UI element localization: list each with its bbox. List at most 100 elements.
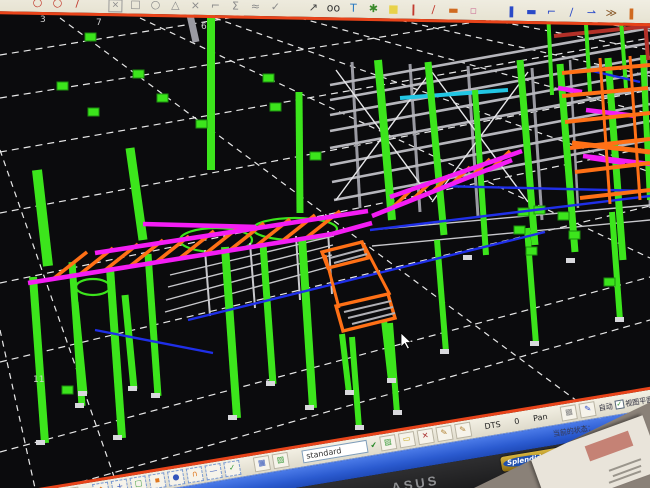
select-switch-icon[interactable]: ▦ <box>253 455 271 472</box>
grid-line[interactable] <box>0 38 650 152</box>
grid-line[interactable] <box>0 150 118 488</box>
base-plate[interactable] <box>393 410 402 415</box>
footing-block[interactable] <box>157 94 168 102</box>
snap-setting-icon[interactable]: ◆ <box>92 482 110 488</box>
orange-beam[interactable] <box>630 56 640 200</box>
beam-tool-icon[interactable]: ❚ <box>623 6 639 21</box>
snap-setting-icon[interactable]: ✓ <box>223 460 241 477</box>
edit-mode-icon[interactable]: ✎ <box>435 425 453 442</box>
base-plate[interactable] <box>355 425 364 430</box>
rack-rail[interactable] <box>370 205 650 230</box>
shape-tool-icon[interactable]: Σ <box>227 0 243 14</box>
shape-tool-icon[interactable]: ○ <box>147 0 163 12</box>
base-plate[interactable] <box>75 403 84 408</box>
edit-tool-icon[interactable]: ○ <box>49 0 65 10</box>
footing-block[interactable] <box>196 120 207 128</box>
green-column[interactable] <box>352 337 359 428</box>
footing-block[interactable] <box>514 226 525 234</box>
footing-block[interactable] <box>88 108 99 116</box>
view-tool-icon[interactable]: ∕ <box>425 2 441 17</box>
green-column[interactable] <box>390 323 397 413</box>
beam-tool-icon[interactable]: ⌐ <box>543 4 559 19</box>
view-tool-icon[interactable]: oo <box>325 0 341 15</box>
status-tool-icon[interactable]: ▩ <box>560 404 578 421</box>
edit-mode-icon[interactable]: ▭ <box>398 431 416 448</box>
base-plate[interactable] <box>345 390 354 395</box>
magenta-beam[interactable] <box>143 224 256 227</box>
base-plate[interactable] <box>305 405 314 410</box>
snap-setting-icon[interactable]: ▪ <box>148 472 166 488</box>
base-plate[interactable] <box>615 317 624 322</box>
view-tool-icon[interactable]: ❙ <box>405 2 421 17</box>
edit-mode-icon[interactable]: ▨ <box>379 434 397 451</box>
edit-tool-icon[interactable]: ○ <box>29 0 45 10</box>
view-tool-icon[interactable]: ■ <box>385 1 401 16</box>
green-column[interactable] <box>643 55 650 200</box>
beam-tool-icon[interactable]: ≫ <box>603 5 619 20</box>
green-column[interactable] <box>342 334 349 393</box>
status-tool-icon[interactable]: ✎ <box>579 401 597 418</box>
base-plate[interactable] <box>266 381 275 386</box>
base-plate[interactable] <box>113 435 122 440</box>
shape-tool-icon[interactable]: ⌐ <box>207 0 223 13</box>
base-plate[interactable] <box>463 255 472 260</box>
beam-tool-icon[interactable]: ▬ <box>523 4 539 19</box>
shape-tool-icon[interactable]: × <box>187 0 203 13</box>
footing-block[interactable] <box>62 386 73 394</box>
base-plate[interactable] <box>440 349 449 354</box>
footing-block[interactable] <box>85 33 96 41</box>
shape-tool-icon[interactable]: ≈ <box>247 0 263 14</box>
gray-post[interactable] <box>352 62 360 208</box>
tank-ring[interactable] <box>76 279 110 295</box>
green-column[interactable] <box>37 170 48 266</box>
beam-tool-icon[interactable]: ∕ <box>563 5 579 20</box>
snap-setting-icon[interactable]: ∩ <box>186 466 204 483</box>
green-column[interactable] <box>428 62 444 235</box>
green-column[interactable] <box>110 268 122 438</box>
footing-block[interactable] <box>558 212 569 220</box>
snap-depth-auto[interactable]: 自动 <box>598 401 613 413</box>
edit-mode-icon[interactable]: ✕ <box>416 428 434 445</box>
phase-ok-icon[interactable]: ✔ <box>370 440 378 450</box>
green-column[interactable] <box>148 254 158 396</box>
shape-tool-icon[interactable]: □ <box>127 0 143 12</box>
base-plate[interactable] <box>151 393 160 398</box>
view-tool-icon[interactable]: ✱ <box>365 1 381 16</box>
footing-block[interactable] <box>270 103 281 111</box>
shape-tool-icon[interactable]: × <box>107 0 123 11</box>
snap-setting-icon[interactable]: ● <box>167 469 185 486</box>
green-column[interactable] <box>225 247 237 418</box>
green-column[interactable] <box>33 277 45 443</box>
snap-setting-icon[interactable]: □ <box>130 475 148 488</box>
shape-tool-icon[interactable]: △ <box>167 0 183 13</box>
grid-line[interactable] <box>0 330 35 488</box>
green-column[interactable] <box>263 244 273 384</box>
base-plate[interactable] <box>36 440 45 445</box>
green-column[interactable] <box>299 92 300 213</box>
snap-setting-icon[interactable]: + <box>111 478 129 488</box>
edit-mode-icon[interactable]: ✎ <box>454 422 472 439</box>
beam-tool-icon[interactable]: ❚ <box>503 4 519 19</box>
footing-block[interactable] <box>263 74 274 82</box>
view-tool-icon[interactable]: T <box>345 1 361 16</box>
select-switch-icon[interactable]: ▧ <box>272 452 290 469</box>
footing-block[interactable] <box>604 278 615 286</box>
base-plate[interactable] <box>387 378 396 383</box>
footing-block[interactable] <box>57 82 68 90</box>
base-plate[interactable] <box>78 391 87 396</box>
view-tool-icon[interactable]: ↗ <box>305 0 321 15</box>
green-column[interactable] <box>527 228 536 344</box>
footing-block[interactable] <box>310 152 321 160</box>
view-tool-icon[interactable]: ▫ <box>465 3 481 18</box>
base-plate[interactable] <box>530 341 539 346</box>
base-plate[interactable] <box>228 415 237 420</box>
view-tool-icon[interactable]: ▬ <box>445 2 461 17</box>
footing-block[interactable] <box>526 247 537 255</box>
green-column[interactable] <box>302 238 313 408</box>
base-plate[interactable] <box>566 258 575 263</box>
rack-post[interactable] <box>205 250 210 316</box>
green-column[interactable] <box>125 295 134 389</box>
edit-tool-icon[interactable]: ∕ <box>69 0 85 11</box>
shape-tool-icon[interactable]: ✓ <box>267 0 283 14</box>
green-column[interactable] <box>75 302 84 394</box>
